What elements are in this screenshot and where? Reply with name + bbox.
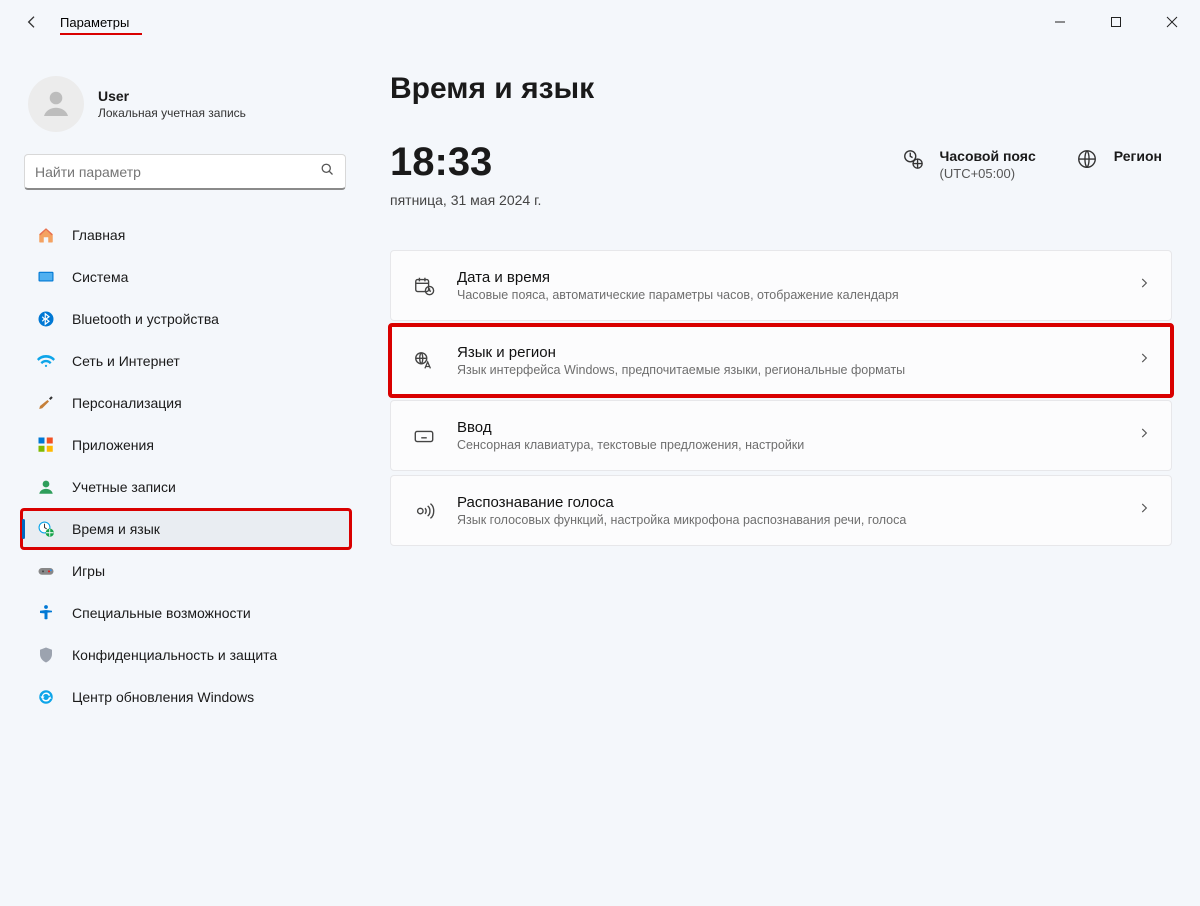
chevron-right-icon [1137, 426, 1151, 445]
sidebar: User Локальная учетная запись Главная Си… [0, 68, 358, 906]
status-row: 18:33 пятница, 31 мая 2024 г. Часовой по… [390, 142, 1172, 208]
maximize-button[interactable] [1088, 2, 1144, 42]
home-icon [36, 226, 56, 244]
sidebar-item-label: Сеть и Интернет [72, 353, 180, 369]
wifi-icon [36, 352, 56, 370]
sidebar-item-label: Персонализация [72, 395, 182, 411]
sidebar-nav: Главная Система Bluetooth и устройства С… [18, 210, 358, 722]
timezone-icon [902, 148, 926, 170]
title-highlight-underline [60, 33, 142, 35]
sidebar-item-accessibility[interactable]: Специальные возможности [22, 594, 350, 632]
calendar-clock-icon [411, 275, 437, 297]
sidebar-item-home[interactable]: Главная [22, 216, 350, 254]
chevron-right-icon [1137, 351, 1151, 370]
titlebar: Параметры [0, 0, 1200, 44]
card-date-time[interactable]: Дата и время Часовые пояса, автоматическ… [390, 250, 1172, 321]
timezone-value: (UTC+05:00) [940, 166, 1036, 181]
keyboard-icon [411, 425, 437, 447]
sidebar-item-label: Система [72, 269, 128, 285]
timezone-label: Часовой пояс [940, 148, 1036, 164]
card-title: Дата и время [457, 269, 1117, 286]
system-icon [36, 268, 56, 286]
sidebar-item-label: Bluetooth и устройства [72, 311, 219, 327]
region-block[interactable]: Регион [1076, 142, 1172, 170]
sidebar-item-accounts[interactable]: Учетные записи [22, 468, 350, 506]
accessibility-icon [36, 604, 56, 622]
clock-date: пятница, 31 мая 2024 г. [390, 192, 862, 208]
gamepad-icon [36, 562, 56, 580]
brush-icon [36, 394, 56, 412]
sidebar-item-system[interactable]: Система [22, 258, 350, 296]
speech-icon [411, 500, 437, 522]
search-icon [320, 162, 335, 182]
sidebar-item-network[interactable]: Сеть и Интернет [22, 342, 350, 380]
card-language-region[interactable]: Язык и регион Язык интерфейса Windows, п… [390, 325, 1172, 396]
chevron-right-icon [1137, 501, 1151, 520]
region-label: Регион [1114, 148, 1162, 164]
search-box[interactable] [24, 154, 346, 190]
account-block[interactable]: User Локальная учетная запись [18, 68, 358, 154]
timezone-block[interactable]: Часовой пояс (UTC+05:00) [902, 142, 1036, 181]
chevron-right-icon [1137, 276, 1151, 295]
card-speech[interactable]: Распознавание голоса Язык голосовых функ… [390, 475, 1172, 546]
sidebar-item-gaming[interactable]: Игры [22, 552, 350, 590]
page-title: Время и язык [390, 72, 1172, 106]
card-typing[interactable]: Ввод Сенсорная клавиатура, текстовые пре… [390, 400, 1172, 471]
account-name: User [98, 88, 246, 104]
sidebar-item-time-language[interactable]: Время и язык [22, 510, 350, 548]
shield-icon [36, 646, 56, 664]
close-button[interactable] [1144, 2, 1200, 42]
sidebar-item-label: Специальные возможности [72, 605, 251, 621]
avatar [28, 76, 84, 132]
selection-indicator [22, 519, 25, 539]
search-input[interactable] [35, 164, 320, 180]
account-subtitle: Локальная учетная запись [98, 106, 246, 120]
globe-icon [1076, 148, 1100, 170]
sidebar-item-label: Учетные записи [72, 479, 176, 495]
minimize-button[interactable] [1032, 2, 1088, 42]
sidebar-item-windows-update[interactable]: Центр обновления Windows [22, 678, 350, 716]
settings-cards: Дата и время Часовые пояса, автоматическ… [390, 250, 1172, 546]
card-title: Ввод [457, 419, 1117, 436]
card-subtitle: Язык голосовых функций, настройка микроф… [457, 513, 1117, 527]
sidebar-item-personalization[interactable]: Персонализация [22, 384, 350, 422]
main-content: Время и язык 18:33 пятница, 31 мая 2024 … [358, 68, 1200, 906]
sidebar-item-label: Игры [72, 563, 105, 579]
card-subtitle: Язык интерфейса Windows, предпочитаемые … [457, 363, 1117, 377]
sidebar-item-label: Главная [72, 227, 125, 243]
card-title: Распознавание голоса [457, 494, 1117, 511]
sidebar-item-apps[interactable]: Приложения [22, 426, 350, 464]
clock-globe-icon [36, 520, 56, 538]
back-button[interactable] [22, 12, 42, 32]
card-subtitle: Часовые пояса, автоматические параметры … [457, 288, 1117, 302]
update-icon [36, 688, 56, 706]
sidebar-item-label: Конфиденциальность и защита [72, 647, 277, 663]
sidebar-item-bluetooth[interactable]: Bluetooth и устройства [22, 300, 350, 338]
bluetooth-icon [36, 310, 56, 328]
clock-time: 18:33 [390, 142, 862, 182]
sidebar-item-privacy[interactable]: Конфиденциальность и защита [22, 636, 350, 674]
card-subtitle: Сенсорная клавиатура, текстовые предложе… [457, 438, 1117, 452]
sidebar-item-label: Время и язык [72, 521, 160, 537]
app-title[interactable]: Параметры [60, 15, 129, 30]
sidebar-item-label: Центр обновления Windows [72, 689, 254, 705]
language-icon [411, 350, 437, 372]
card-title: Язык и регион [457, 344, 1117, 361]
apps-icon [36, 436, 56, 454]
clock-block: 18:33 пятница, 31 мая 2024 г. [390, 142, 862, 208]
sidebar-item-label: Приложения [72, 437, 154, 453]
person-icon [36, 478, 56, 496]
